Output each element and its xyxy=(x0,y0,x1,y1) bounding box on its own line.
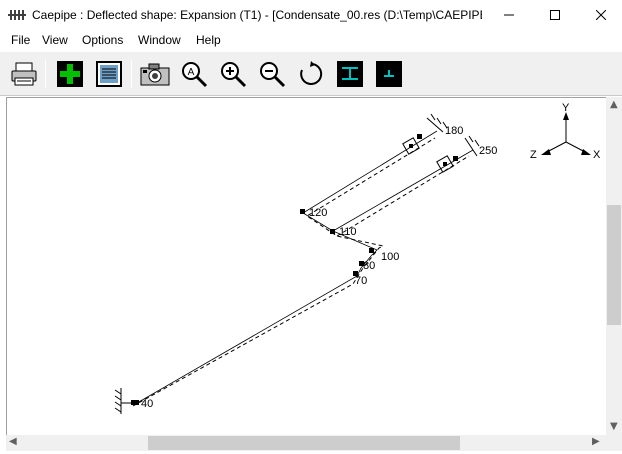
scroll-down-icon[interactable]: ▼ xyxy=(610,421,618,432)
list-icon xyxy=(96,61,122,87)
close-icon xyxy=(596,10,606,20)
deflected-shape-line xyxy=(132,137,436,407)
vertical-scrollbar[interactable]: ▲ ▼ xyxy=(606,97,622,435)
node-label-40: 40 xyxy=(141,398,153,410)
toolbar-separator xyxy=(45,60,46,88)
node-marker xyxy=(300,209,305,214)
window-title: Caepipe : Deflected shape: Expansion (T1… xyxy=(32,8,482,22)
pipe-tee-button[interactable] xyxy=(334,58,366,90)
print-icon xyxy=(11,62,37,86)
axis-label-z: Z xyxy=(530,149,537,161)
zoom-all-button[interactable]: A xyxy=(178,58,210,90)
node-label-100: 100 xyxy=(381,251,399,263)
rotate-button[interactable] xyxy=(295,58,327,90)
camera-button[interactable] xyxy=(139,58,171,90)
vertical-scroll-thumb[interactable] xyxy=(607,205,621,325)
node-label-80: 80 xyxy=(363,260,375,272)
toolbar: A xyxy=(0,52,622,96)
list-button[interactable] xyxy=(93,58,125,90)
node-marker xyxy=(369,248,374,253)
maximize-icon xyxy=(550,10,560,20)
menu-window[interactable]: Window xyxy=(138,33,181,47)
anchor-40 xyxy=(114,388,139,414)
app-icon xyxy=(8,10,26,20)
menu-view[interactable]: View xyxy=(42,33,68,47)
menu-options[interactable]: Options xyxy=(82,33,123,47)
zoom-in-button[interactable] xyxy=(217,58,249,90)
drawing-canvas[interactable]: 180 250 120 110 100 80 70 40 Y X Z xyxy=(6,97,606,435)
axis-triad: Y X Z xyxy=(530,102,601,161)
pipe-tee-icon xyxy=(337,61,363,87)
menu-help[interactable]: Help xyxy=(196,33,221,47)
zoom-all-icon: A xyxy=(182,62,208,88)
node-label-120: 120 xyxy=(309,207,327,219)
pipe-support-button[interactable] xyxy=(373,58,405,90)
original-shape-branch xyxy=(332,149,474,232)
print-button[interactable] xyxy=(8,58,40,90)
maximize-button[interactable] xyxy=(532,0,578,30)
add-green-icon xyxy=(57,61,83,87)
scrollbar-corner xyxy=(606,435,622,451)
node-marker xyxy=(330,229,335,234)
scroll-up-icon[interactable]: ▲ xyxy=(610,99,618,110)
zoom-out-button[interactable] xyxy=(256,58,288,90)
minimize-icon xyxy=(504,14,514,16)
toolbar-separator xyxy=(131,60,132,88)
node-label-180: 180 xyxy=(445,125,463,137)
scroll-right-icon[interactable]: ▶ xyxy=(592,436,600,447)
horizontal-scroll-thumb[interactable] xyxy=(148,436,460,450)
node-marker xyxy=(417,134,422,139)
anchor-250 xyxy=(436,135,480,173)
zoom-in-icon xyxy=(221,62,247,88)
node-marker xyxy=(453,156,458,161)
axis-label-y: Y xyxy=(562,102,570,114)
add-button[interactable] xyxy=(54,58,86,90)
title-bar: Caepipe : Deflected shape: Expansion (T1… xyxy=(0,0,622,30)
close-button[interactable] xyxy=(578,0,622,30)
node-label-70: 70 xyxy=(355,275,367,287)
node-label-110: 110 xyxy=(339,226,357,238)
zoom-out-icon xyxy=(260,62,286,88)
menu-bar: File View Options Window Help xyxy=(0,30,622,50)
horizontal-scrollbar[interactable]: ◀ ▶ xyxy=(6,435,606,451)
node-label-250: 250 xyxy=(479,145,497,157)
minimize-button[interactable] xyxy=(486,0,532,30)
scroll-left-icon[interactable]: ◀ xyxy=(9,436,17,447)
svg-text:A: A xyxy=(188,67,195,78)
deflected-shape-plot[interactable]: 180 250 120 110 100 80 70 40 Y X Z xyxy=(7,98,607,436)
pipe-support-icon xyxy=(376,61,402,87)
camera-icon xyxy=(140,63,170,86)
rotate-icon xyxy=(300,61,323,85)
original-shape-line xyxy=(136,130,438,404)
axis-label-x: X xyxy=(593,149,601,161)
menu-file[interactable]: File xyxy=(11,33,30,47)
